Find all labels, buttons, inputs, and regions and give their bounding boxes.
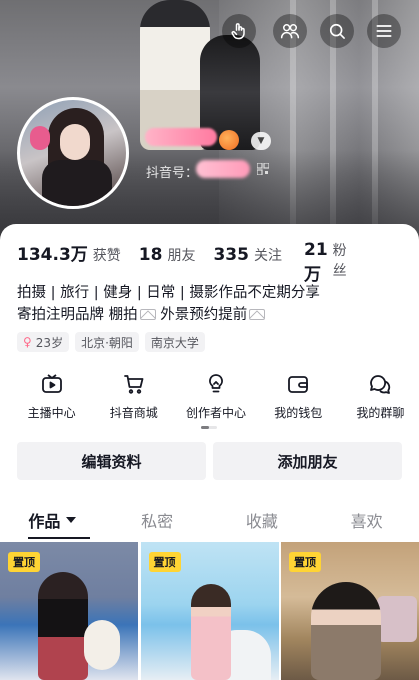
stat-friends[interactable]: 18 朋友 (139, 245, 196, 265)
stat-value: 335 (213, 245, 249, 265)
tab-favorites[interactable]: 收藏 (210, 500, 315, 540)
female-icon: ♀ (23, 335, 32, 349)
shortcut-label: 主播中心 (27, 406, 76, 420)
stat-value: 134.3万 (17, 245, 88, 265)
shortcut-row: 主播中心 抖音商城 创作者中心 我的钱包 我的群聊 (0, 372, 419, 424)
nickname-emoji-icon (219, 130, 239, 150)
tab-likes[interactable]: 喜欢 (314, 500, 419, 540)
post-thumbnail[interactable]: 置顶 (140, 542, 279, 680)
pinned-badge: 置顶 (289, 552, 321, 572)
stat-followers[interactable]: 21万 粉丝 (304, 240, 347, 285)
stat-label: 朋友 (167, 248, 196, 264)
content-tabs: 作品 私密 收藏 喜欢 (0, 500, 419, 540)
nickname-blurred[interactable] (145, 128, 217, 146)
douyin-id-label: 抖音号： (146, 166, 199, 181)
post-thumbnail[interactable]: 置顶 (281, 542, 419, 680)
pinned-badge: 置顶 (8, 552, 40, 572)
avatar[interactable] (17, 97, 129, 209)
tab-private[interactable]: 私密 (105, 500, 210, 540)
tag-age: ♀ 23岁 (17, 332, 70, 352)
bio: 拍摄 | 旅行 | 健身 | 日常 | 摄影作品不定期分享 寄拍注明品牌 棚拍 … (17, 282, 320, 326)
caret-down-icon (66, 517, 77, 523)
stat-following[interactable]: 335 关注 (213, 245, 282, 265)
lightbulb-icon (209, 374, 223, 393)
chat-bubbles-icon (370, 375, 391, 394)
chevron-down-icon[interactable]: ▼ (251, 132, 271, 150)
menu-icon[interactable] (367, 14, 401, 48)
active-tab-indicator (28, 537, 90, 539)
shortcut-creator-center[interactable]: 创作者中心 (177, 372, 254, 424)
shortcut-scroll-indicator (201, 426, 217, 429)
stat-likes[interactable]: 134.3万 获赞 (17, 240, 121, 265)
envelope-icon (249, 309, 266, 320)
post-grid: 置顶 置顶 置顶 (0, 542, 419, 680)
pinned-badge: 置顶 (148, 552, 181, 572)
edit-profile-button[interactable]: 编辑资料 (17, 442, 206, 480)
shortcut-label: 我的钱包 (274, 406, 323, 420)
stat-value: 18 (138, 245, 163, 265)
bio-line-1: 拍摄 | 旅行 | 健身 | 日常 | 摄影作品不定期分享 (17, 285, 320, 301)
stat-label: 获赞 (92, 248, 121, 264)
shortcut-live-center[interactable]: 主播中心 (13, 372, 90, 424)
shortcut-label: 抖音商城 (109, 406, 158, 420)
wallet-icon (288, 376, 309, 393)
shortcut-group-chats[interactable]: 我的群聊 (342, 372, 419, 424)
stats-row: 134.3万 获赞 18 朋友 335 关注 21万 粉丝 (17, 240, 347, 285)
stat-label: 粉丝 (332, 243, 347, 279)
cart-icon (123, 375, 144, 394)
tv-icon (41, 374, 62, 393)
qr-code-icon[interactable] (257, 163, 269, 175)
stat-label: 关注 (253, 248, 282, 264)
tab-works[interactable]: 作品 (0, 500, 105, 540)
search-icon[interactable] (320, 14, 354, 48)
shortcut-label: 创作者中心 (186, 406, 247, 420)
shortcut-mall[interactable]: 抖音商城 (95, 372, 172, 424)
douyin-id-blurred[interactable] (196, 160, 250, 178)
tag-school[interactable]: 南京大学 (144, 332, 205, 352)
profile-tags: ♀ 23岁 北京·朝阳 南京大学 (17, 332, 211, 352)
add-friends-button[interactable]: 添加朋友 (213, 442, 402, 480)
post-thumbnail[interactable]: 置顶 (0, 542, 138, 680)
stat-value: 21万 (304, 240, 328, 285)
shortcut-label: 我的群聊 (356, 406, 405, 420)
tag-location: 北京·朝阳 (75, 332, 139, 352)
shortcut-wallet[interactable]: 我的钱包 (260, 372, 337, 424)
envelope-icon (139, 309, 156, 320)
friends-icon[interactable] (273, 14, 307, 48)
hand-pointer-icon[interactable] (222, 14, 256, 48)
bio-line-2: 寄拍注明品牌 棚拍 外景预约提前 (17, 304, 320, 326)
